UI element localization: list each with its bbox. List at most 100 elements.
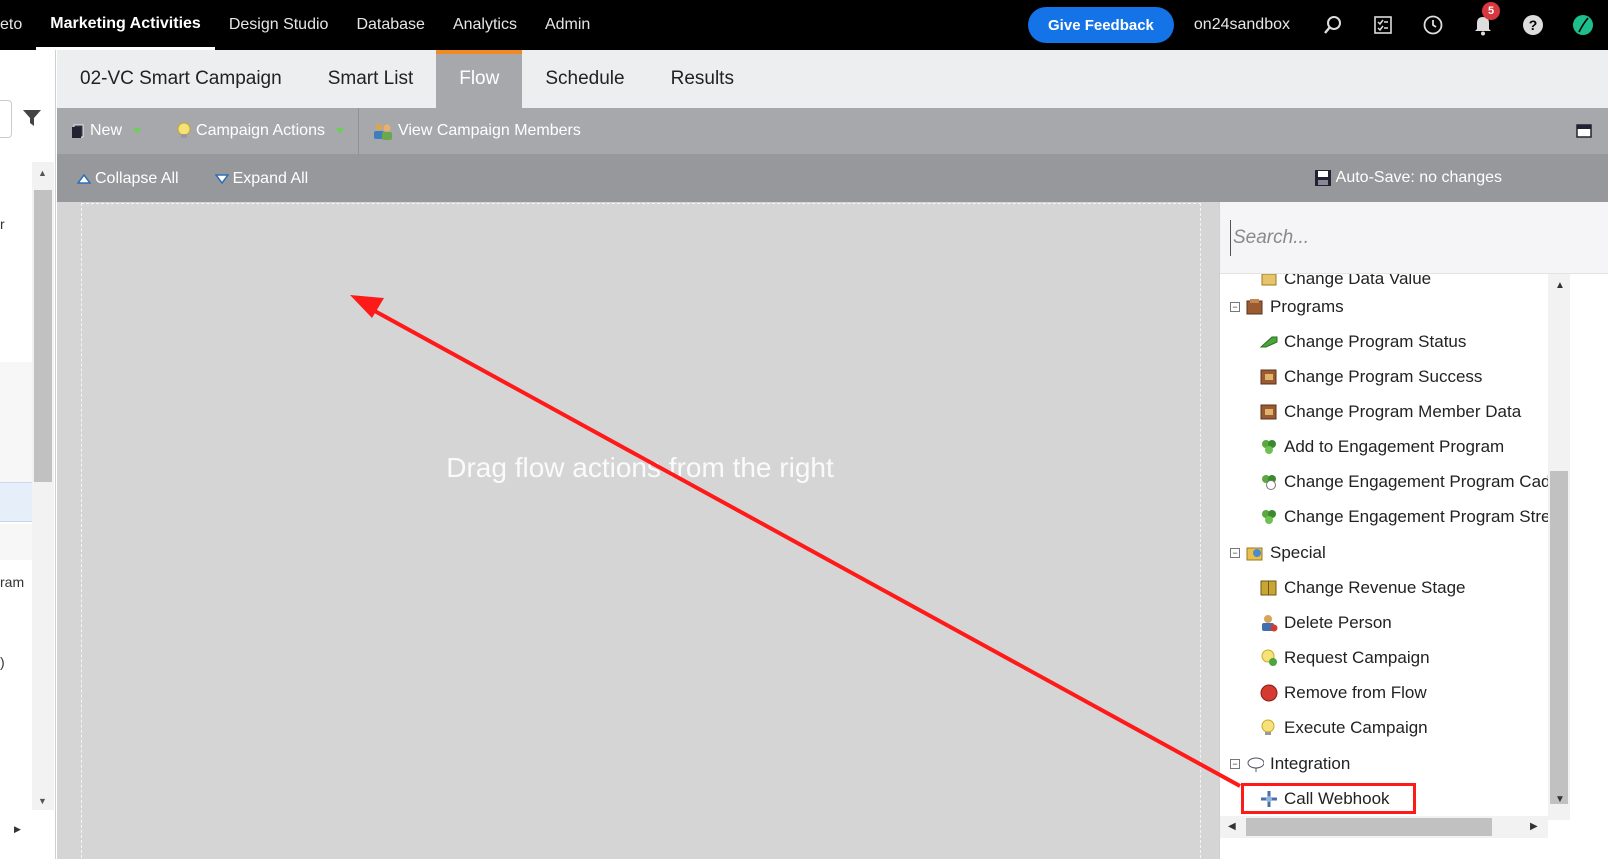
sandbox-name[interactable]: on24sandbox [1194, 16, 1290, 34]
tree-item-label: Change Data Value [1284, 274, 1432, 288]
campaign-toolbar: New Campaign Actions View Campaign Membe… [57, 107, 1608, 155]
flow-actions-search-input[interactable] [1230, 220, 1550, 256]
task-list-icon[interactable] [1358, 0, 1408, 50]
tab-schedule[interactable]: Schedule [522, 50, 647, 108]
maximize-panel-icon[interactable] [1576, 124, 1592, 143]
scroll-up-arrow-icon[interactable]: ▲ [1555, 280, 1565, 291]
collapse-toggle-icon[interactable]: − [1230, 547, 1240, 558]
scroll-left-arrow-icon[interactable]: ◀ [1228, 821, 1236, 832]
collapse-triangle-icon [77, 173, 91, 184]
nav-item-marketing-activities[interactable]: Marketing Activities [36, 0, 215, 50]
tree-item-label: Request Campaign [1284, 647, 1430, 667]
tree-item-label: Change Revenue Stage [1284, 577, 1466, 597]
sidebar-scrollbar-thumb[interactable] [34, 190, 52, 482]
stop-icon [1260, 684, 1278, 702]
nav-item-marketo[interactable]: eto [0, 0, 36, 50]
flow-canvas[interactable]: Drag flow actions from the right [57, 202, 1219, 859]
data-value-icon [1260, 274, 1278, 288]
search-icon[interactable] [1308, 0, 1358, 50]
scroll-up-arrow-icon[interactable]: ▲ [38, 168, 47, 178]
help-icon[interactable]: ? [1508, 0, 1558, 50]
give-feedback-button[interactable]: Give Feedback [1028, 7, 1174, 43]
sidebar-tree-fragment[interactable]: r [0, 216, 5, 232]
tree-item-label: Change Program Status [1284, 331, 1467, 351]
left-sidebar: r ram ) ▲ ▼ ▶ [0, 50, 56, 859]
view-campaign-members-button[interactable]: View Campaign Members [359, 108, 595, 155]
tree-item-request-campaign[interactable]: Request Campaign [1260, 640, 1430, 675]
sidebar-row-band [0, 362, 32, 482]
program-box-icon [1260, 403, 1278, 421]
collapse-all-label: Collapse All [95, 169, 179, 187]
tree-item-change-engagement-cadence[interactable]: Change Engagement Program Cad [1260, 464, 1548, 499]
tree-item-change-revenue-stage[interactable]: Change Revenue Stage [1260, 570, 1465, 605]
sidebar-tree-fragment[interactable]: ) [0, 654, 5, 670]
tree-search-input[interactable] [0, 100, 12, 138]
floppy-disk-icon [1314, 170, 1331, 186]
revenue-stage-icon [1260, 579, 1278, 597]
scroll-down-arrow-icon[interactable]: ▼ [38, 796, 47, 806]
collapse-toggle-icon[interactable]: − [1230, 758, 1240, 769]
nav-item-analytics[interactable]: Analytics [439, 0, 531, 50]
tab-campaign-name[interactable]: 02-VC Smart Campaign [57, 50, 305, 108]
sidebar-row-band [0, 524, 32, 560]
nav-right-group: Give Feedback on24sandbox 5 ? [1028, 0, 1608, 50]
tree-item-label: Change Program Member Data [1284, 401, 1522, 421]
flow-actions-horizontal-scrollbar[interactable]: ◀ ▶ [1220, 816, 1548, 838]
tab-smart-list[interactable]: Smart List [305, 50, 437, 108]
scroll-down-arrow-icon[interactable]: ▼ [1555, 794, 1565, 805]
lightbulb-icon [177, 122, 191, 138]
tab-results[interactable]: Results [648, 50, 757, 108]
tree-item-change-engagement-stream[interactable]: Change Engagement Program Stre [1260, 499, 1548, 534]
request-campaign-icon [1260, 649, 1278, 667]
integration-cloud-icon [1246, 755, 1264, 773]
green-arrow-icon [1260, 333, 1278, 351]
flow-actions-scrollbar-thumb[interactable] [1550, 471, 1568, 804]
autosave-label: Auto-Save: no changes [1335, 169, 1502, 186]
tree-item-execute-campaign[interactable]: Execute Campaign [1260, 710, 1428, 745]
sidebar-selected-row[interactable] [0, 482, 32, 522]
brand-icon[interactable] [1558, 0, 1608, 50]
notification-count-badge: 5 [1482, 2, 1500, 20]
new-document-icon [72, 124, 84, 138]
collapse-toggle-icon[interactable]: − [1230, 301, 1240, 312]
sidebar-tree-fragment[interactable]: ram [0, 574, 24, 590]
flow-actions-hscroll-thumb[interactable] [1246, 818, 1492, 836]
flow-actions-scrollbar[interactable]: ▲ ▼ [1548, 274, 1570, 820]
scroll-left-arrow-icon[interactable]: ▶ [14, 824, 21, 835]
tree-item-delete-person[interactable]: Delete Person [1260, 605, 1392, 640]
program-box-icon [1260, 368, 1278, 386]
bell-icon[interactable]: 5 [1458, 0, 1508, 50]
tree-item-change-program-status[interactable]: Change Program Status [1260, 324, 1466, 359]
scroll-right-arrow-icon[interactable]: ▶ [1530, 821, 1538, 832]
tree-item-remove-from-flow[interactable]: Remove from Flow [1260, 675, 1427, 710]
tree-group-integration[interactable]: − Integration [1230, 746, 1350, 781]
svg-text:?: ? [1529, 17, 1538, 33]
campaign-actions-menu-button[interactable]: Campaign Actions [155, 108, 358, 155]
clock-icon[interactable] [1408, 0, 1458, 50]
engagement-cadence-icon [1260, 473, 1278, 491]
engagement-icon [1260, 438, 1278, 456]
tree-group-programs[interactable]: − Programs [1230, 289, 1344, 324]
dropdown-arrow-icon [335, 128, 344, 134]
flow-actions-search-bar [1220, 202, 1608, 274]
tab-flow[interactable]: Flow [436, 50, 523, 108]
nav-item-design-studio[interactable]: Design Studio [215, 0, 343, 50]
nav-item-admin[interactable]: Admin [531, 0, 604, 50]
expand-all-label: Expand All [232, 169, 309, 187]
nav-item-database[interactable]: Database [342, 0, 439, 50]
flow-drop-hint: Drag flow actions from the right [446, 452, 834, 483]
filter-icon[interactable] [22, 108, 42, 133]
tree-group-label: Programs [1270, 296, 1344, 316]
top-navigation: eto Marketing Activities Design Studio D… [0, 0, 1608, 50]
flow-drop-zone[interactable] [81, 203, 1201, 859]
new-menu-button[interactable]: New [57, 108, 155, 155]
tree-item-change-program-success[interactable]: Change Program Success [1260, 359, 1482, 394]
tree-item-add-to-engagement-program[interactable]: Add to Engagement Program [1260, 429, 1504, 464]
flow-subbar: Collapse All Expand All Auto-Save: no ch… [57, 155, 1608, 202]
tree-item-change-program-member-data[interactable]: Change Program Member Data [1260, 394, 1521, 429]
tree-item-label: Delete Person [1284, 612, 1392, 632]
sidebar-scrollbar[interactable]: ▲ ▼ [32, 162, 54, 810]
tree-group-special[interactable]: − Special [1230, 535, 1326, 570]
expand-all-button[interactable]: Expand All [195, 169, 309, 188]
collapse-all-button[interactable]: Collapse All [57, 170, 179, 188]
